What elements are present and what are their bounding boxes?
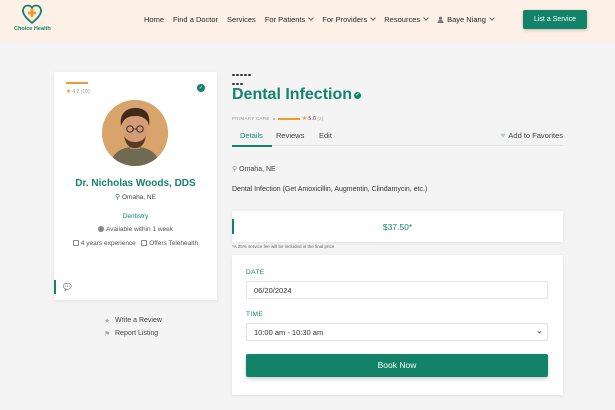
- service-title: Dental Infection: [232, 86, 353, 103]
- time-select[interactable]: 10:00 am - 10:30 am: [246, 323, 548, 341]
- provider-card: ★ 4.2 (10) ✓ Dr. Nicholas Woods, DDS ⚲ Om…: [54, 72, 217, 300]
- verified-check-icon: ✓: [354, 92, 362, 99]
- nav-for-providers-label: For Providers: [322, 15, 368, 24]
- location-pin-icon: ⚲: [115, 194, 121, 201]
- nav-services-label: Services: [227, 15, 256, 24]
- nav-for-patients-label: For Patients: [264, 15, 306, 24]
- provider-availability: Available within 1 week: [54, 226, 217, 233]
- star-icon: ★: [66, 89, 72, 95]
- nav-home-label: Home: [144, 15, 165, 24]
- provider-rating-text: 4.2 (10): [72, 88, 90, 95]
- provider-avatar: [102, 100, 168, 166]
- provider-name[interactable]: Dr. Nicholas Woods, DDS: [54, 178, 217, 189]
- chevron-down-icon: [370, 15, 377, 21]
- provider-experience-row: 4 years experience Offers Telehealth: [54, 240, 217, 247]
- active-tab-indicator: [232, 145, 272, 147]
- list-service-button[interactable]: List a Service: [523, 10, 587, 29]
- star-icon: ★: [301, 116, 308, 122]
- service-location: ⚲ Omaha, NE: [232, 165, 276, 173]
- booking-form: DATE 06/20/2024 TIME 10:00 am - 10:30 am…: [232, 255, 563, 395]
- location-pin-icon: ⚲: [232, 166, 238, 173]
- rating-bar: [66, 82, 88, 84]
- chat-icon[interactable]: 💬: [63, 283, 72, 291]
- nav-services[interactable]: Services: [227, 15, 256, 24]
- verified-check-icon: ✓: [197, 84, 205, 92]
- brand-logo[interactable]: Choice Health: [14, 3, 51, 37]
- service-location-text: Omaha, NE: [239, 166, 276, 173]
- nav-for-providers[interactable]: For Providers: [322, 15, 377, 24]
- heart-icon: ♥: [500, 131, 506, 140]
- star-icon: ★: [104, 317, 111, 325]
- favorites-label: Add to Favorites: [508, 131, 563, 140]
- flag-icon: ⚑: [104, 330, 111, 338]
- chevron-down-icon: [308, 15, 315, 21]
- report-listing-link[interactable]: ⚑ Report Listing: [104, 327, 162, 340]
- date-input[interactable]: 06/20/2024: [246, 281, 548, 299]
- card-accent-bar: [54, 280, 56, 294]
- nav-for-patients[interactable]: For Patients: [264, 15, 315, 24]
- rating-bar: [277, 117, 300, 120]
- user-name: Baye Niang: [447, 15, 486, 24]
- availability-text: Available within 1 week: [105, 226, 174, 233]
- tab-details[interactable]: Details: [240, 131, 263, 140]
- top-navigation-bar: Choice Health Home Find a Doctor Service…: [0, 0, 615, 42]
- provider-location: ⚲ Omaha, NE: [54, 193, 217, 201]
- main-nav: Home Find a Doctor Services For Patients…: [144, 15, 503, 24]
- service-title-row: Dental Infection ✓: [232, 86, 362, 104]
- clock-icon: [97, 226, 104, 232]
- time-label: TIME: [246, 311, 264, 318]
- doctor-portrait-icon: [102, 100, 168, 166]
- service-category: PRIMARY CARE: [232, 116, 270, 121]
- service-description: Dental Infection (Get Amoxicillin, Augme…: [232, 186, 428, 193]
- tab-reviews[interactable]: Reviews: [276, 131, 304, 140]
- experience-text: 4 years experience: [80, 240, 136, 247]
- write-review-label: Write a Review: [115, 317, 162, 324]
- side-links: ★ Write a Review ⚑ Report Listing: [104, 314, 162, 340]
- time-select-value: 10:00 am - 10:30 am: [254, 328, 324, 337]
- telehealth-icon: [141, 240, 148, 246]
- provider-location-text: Omaha, NE: [121, 194, 156, 201]
- service-rating: 5.0: [308, 115, 317, 122]
- add-to-favorites-button[interactable]: ♥ Add to Favorites: [501, 131, 563, 140]
- nav-find-doctor-label: Find a Doctor: [173, 15, 219, 24]
- chevron-down-icon: [489, 15, 495, 21]
- price-card: $37.50*: [232, 211, 563, 242]
- service-rating-count: (2): [317, 116, 324, 121]
- report-listing-label: Report Listing: [115, 330, 159, 337]
- heart-cross-logo-icon: [22, 4, 42, 25]
- write-review-link[interactable]: ★ Write a Review: [104, 314, 162, 327]
- service-price: $37.50*: [382, 222, 413, 232]
- chevron-down-icon: [423, 15, 429, 21]
- nav-resources[interactable]: Resources: [384, 15, 429, 24]
- date-label: DATE: [246, 269, 265, 276]
- fee-note: *A 25% service fee will be included in t…: [232, 244, 335, 249]
- brand-name: Choice Health: [14, 26, 51, 32]
- user-menu[interactable]: Baye Niang: [437, 15, 495, 24]
- user-icon: [437, 16, 444, 23]
- tab-edit[interactable]: Edit: [319, 131, 332, 140]
- service-tabs: Details Reviews Edit ♥ Add to Favorites: [232, 127, 563, 147]
- nav-resources-label: Resources: [384, 15, 421, 24]
- service-meta: PRIMARY CARE ★ 5.0 (2): [232, 115, 324, 123]
- nav-home[interactable]: Home: [144, 15, 164, 24]
- provider-rating: ★ 4.2 (10): [66, 88, 90, 96]
- chevron-down-icon: [537, 329, 542, 334]
- nav-find-doctor[interactable]: Find a Doctor: [173, 15, 218, 24]
- calendar-icon: [72, 240, 79, 246]
- telehealth-text: Offers Telehealth: [149, 240, 199, 247]
- provider-specialty: Dentistry: [122, 213, 149, 220]
- book-now-button[interactable]: Book Now: [246, 354, 548, 377]
